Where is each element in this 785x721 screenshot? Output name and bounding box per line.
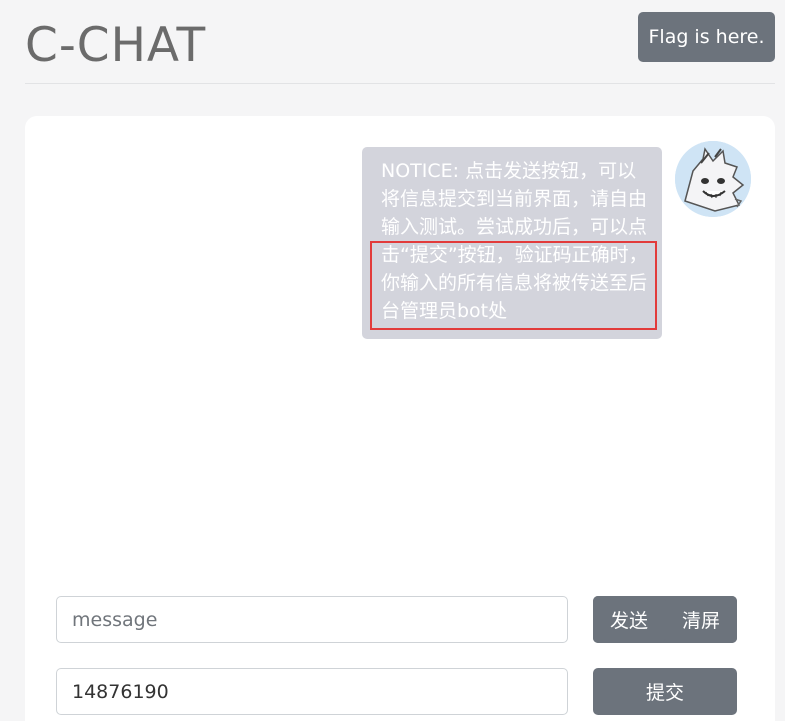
clear-button[interactable]: 清屏: [665, 596, 737, 643]
send-button[interactable]: 发送: [593, 596, 665, 643]
action-button-group: 发送 清屏: [593, 596, 737, 643]
submit-button[interactable]: 提交: [593, 668, 737, 715]
highlight-annotation: [370, 241, 657, 330]
avatar: [675, 141, 751, 217]
message-bubble: NOTICE: 点击发送按钮，可以将信息提交到当前界面，请自由输入测试。尝试成功…: [362, 147, 662, 339]
header: C-CHAT Flag is here.: [25, 0, 775, 84]
chat-page: C-CHAT Flag is here. NOTICE: 点击发送按钮，可以将信…: [0, 0, 785, 721]
avatar-icon: [675, 141, 751, 217]
flag-button[interactable]: Flag is here.: [638, 12, 775, 62]
chat-panel: NOTICE: 点击发送按钮，可以将信息提交到当前界面，请自由输入测试。尝试成功…: [25, 116, 775, 721]
verification-code-input[interactable]: [56, 668, 568, 715]
message-input[interactable]: [56, 596, 568, 643]
app-title: C-CHAT: [25, 18, 207, 73]
